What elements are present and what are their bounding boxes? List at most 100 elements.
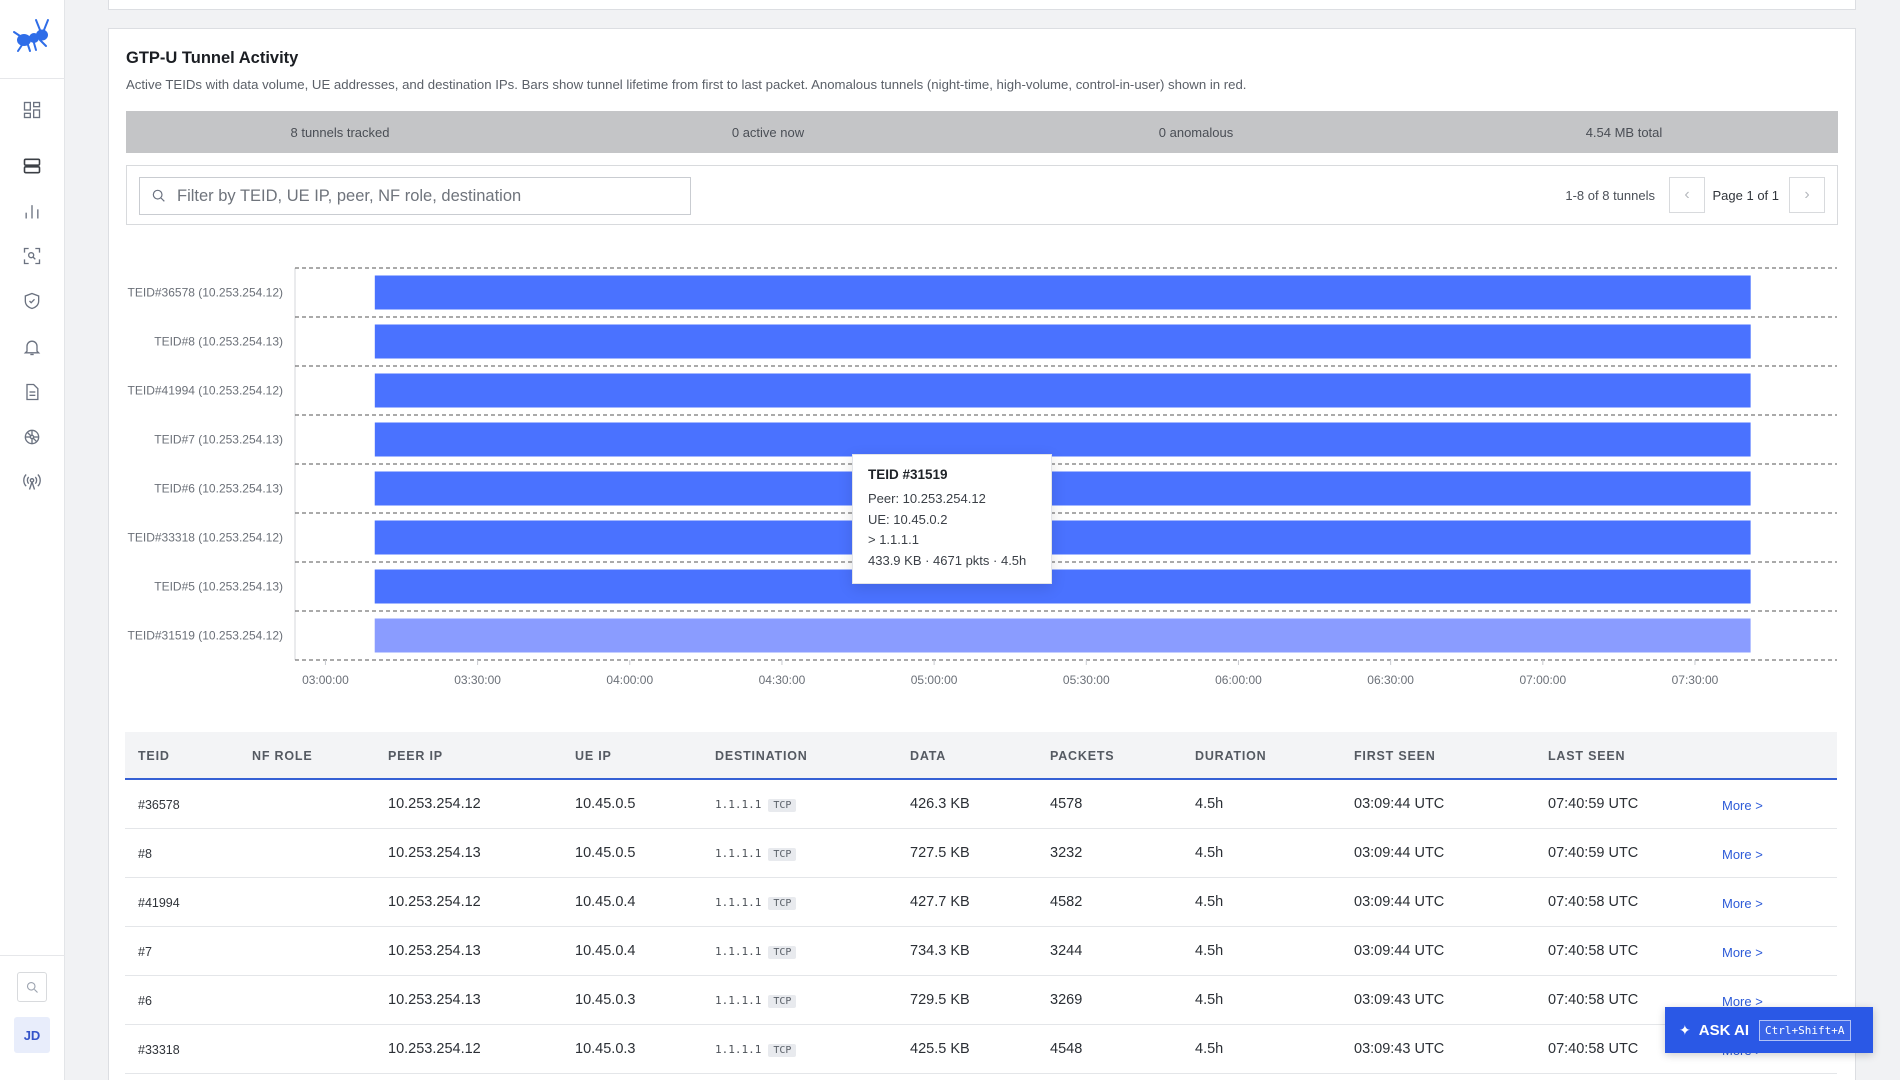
- shield-icon[interactable]: [20, 289, 44, 313]
- cell-data: 427.7 KB: [910, 894, 970, 910]
- cell-first-seen: 03:09:44 UTC: [1354, 894, 1445, 910]
- y-tick-label: TEID#7 (10.253.254.13): [154, 433, 283, 447]
- search-icon: [26, 981, 38, 993]
- protocol-badge: TCP: [768, 946, 797, 959]
- tunnel-bar[interactable]: [374, 569, 1751, 604]
- cell-teid: #36578: [138, 798, 180, 812]
- cell-last-seen: 07:40:58 UTC: [1548, 943, 1639, 959]
- column-header[interactable]: PACKETS: [1050, 749, 1114, 763]
- cell-ue-ip: 10.45.0.3: [575, 992, 636, 1008]
- cell-packets: 4582: [1050, 894, 1083, 910]
- avatar[interactable]: JD: [14, 1017, 50, 1053]
- cell-duration: 4.5h: [1195, 796, 1224, 812]
- cell-last-seen: 07:40:59 UTC: [1548, 796, 1639, 812]
- protocol-badge: TCP: [768, 848, 797, 861]
- previous-card: [108, 0, 1856, 10]
- server-icon[interactable]: [20, 154, 44, 178]
- tunnel-bar[interactable]: [374, 275, 1751, 310]
- cell-packets: 4548: [1050, 1041, 1083, 1057]
- column-header[interactable]: NF ROLE: [252, 749, 312, 763]
- table-row[interactable]: #6 10.253.254.13 10.45.0.3 729.5 KB 3269 4.5h…: [125, 976, 1837, 1025]
- more-link[interactable]: More >: [1722, 847, 1763, 862]
- cell-destination: 1.1.1.1 TCP: [715, 896, 797, 910]
- column-header[interactable]: DURATION: [1195, 749, 1266, 763]
- x-tick-label: 03:30:00: [454, 673, 501, 687]
- column-header[interactable]: DATA: [910, 749, 946, 763]
- cell-duration: 4.5h: [1195, 943, 1224, 959]
- tunnel-bar[interactable]: [374, 324, 1751, 359]
- prev-page-button[interactable]: ‹: [1669, 177, 1705, 213]
- cell-ue-ip: 10.45.0.5: [575, 796, 636, 812]
- cell-peer-ip: 10.253.254.13: [388, 943, 481, 959]
- ask-ai-label: ASK AI: [1698, 1021, 1750, 1039]
- sidebar-search-button[interactable]: [17, 972, 47, 1002]
- filter-search-box[interactable]: [139, 177, 691, 215]
- next-page-button[interactable]: ›: [1789, 177, 1825, 213]
- search-icon: [152, 189, 165, 202]
- tunnel-bar[interactable]: [374, 373, 1751, 408]
- table-row[interactable]: #41994 10.253.254.12 10.45.0.4 427.7 KB 4582…: [125, 878, 1837, 927]
- y-tick-label: TEID#8 (10.253.254.13): [154, 335, 283, 349]
- protocol-badge: TCP: [768, 897, 797, 910]
- y-tick-label: TEID#41994 (10.253.254.12): [128, 384, 283, 398]
- dashboard-icon[interactable]: [20, 98, 44, 122]
- column-header[interactable]: LAST SEEN: [1548, 749, 1625, 763]
- scan-icon[interactable]: [20, 244, 44, 268]
- cell-teid: #6: [138, 994, 152, 1008]
- x-tick-label: 04:30:00: [759, 673, 806, 687]
- x-tick-label: 06:00:00: [1215, 673, 1262, 687]
- more-link[interactable]: More >: [1722, 896, 1763, 911]
- tunnel-bar[interactable]: [374, 422, 1751, 457]
- y-tick-label: TEID#33318 (10.253.254.12): [128, 531, 283, 545]
- tunnel-table: TEID NF ROLE PEER IP UE IP DESTINATION D…: [125, 732, 1837, 1074]
- ant-logo-icon[interactable]: [10, 14, 54, 54]
- x-tick-label: 04:00:00: [606, 673, 653, 687]
- cell-last-seen: 07:40:59 UTC: [1548, 845, 1639, 861]
- column-header[interactable]: UE IP: [575, 749, 612, 763]
- protocol-badge: TCP: [768, 799, 797, 812]
- cell-peer-ip: 10.253.254.12: [388, 796, 481, 812]
- tooltip-title: TEID #31519: [868, 467, 948, 482]
- cell-first-seen: 03:09:44 UTC: [1354, 845, 1445, 861]
- filter-input[interactable]: [177, 178, 690, 214]
- tunnel-bar[interactable]: [374, 618, 1751, 653]
- ask-ai-button[interactable]: ✦ ASK AI Ctrl+Shift+A: [1665, 1007, 1873, 1053]
- cell-teid: #41994: [138, 896, 180, 910]
- cell-teid: #7: [138, 945, 152, 959]
- bar-chart-icon[interactable]: [20, 199, 44, 223]
- cell-ue-ip: 10.45.0.3: [575, 1041, 636, 1057]
- cell-last-seen: 07:40:58 UTC: [1548, 894, 1639, 910]
- column-header[interactable]: FIRST SEEN: [1354, 749, 1436, 763]
- cell-first-seen: 03:09:44 UTC: [1354, 943, 1445, 959]
- table-row[interactable]: #8 10.253.254.13 10.45.0.5 727.5 KB 3232 4.5h…: [125, 829, 1837, 878]
- stats-bar: 8 tunnels tracked 0 active now 0 anomalo…: [126, 111, 1838, 153]
- more-link[interactable]: More >: [1722, 945, 1763, 960]
- bell-icon[interactable]: [20, 335, 44, 359]
- tooltip-summary: 433.9 KB · 4671 pkts · 4.5h: [868, 552, 1027, 568]
- sidebar: JD: [0, 0, 65, 1080]
- column-header[interactable]: DESTINATION: [715, 749, 808, 763]
- antenna-icon[interactable]: [20, 470, 44, 494]
- cell-first-seen: 03:09:43 UTC: [1354, 992, 1445, 1008]
- table-row[interactable]: #7 10.253.254.13 10.45.0.4 734.3 KB 3244 4.5h…: [125, 927, 1837, 976]
- network-hub-icon[interactable]: [20, 425, 44, 449]
- column-header[interactable]: TEID: [138, 749, 170, 763]
- cell-duration: 4.5h: [1195, 894, 1224, 910]
- y-tick-label: TEID#31519 (10.253.254.12): [128, 629, 283, 643]
- column-header[interactable]: PEER IP: [388, 749, 443, 763]
- ask-ai-shortcut: Ctrl+Shift+A: [1759, 1019, 1851, 1041]
- table-row[interactable]: #36578 10.253.254.12 10.45.0.5 426.3 KB 4578…: [125, 780, 1837, 829]
- table-row[interactable]: #33318 10.253.254.12 10.45.0.3 425.5 KB 4548…: [125, 1025, 1837, 1074]
- more-link[interactable]: More >: [1722, 798, 1763, 813]
- cell-first-seen: 03:09:43 UTC: [1354, 1041, 1445, 1057]
- tunnel-bar[interactable]: [374, 520, 1751, 555]
- protocol-badge: TCP: [768, 995, 797, 1008]
- destination-ip: 1.1.1.1: [715, 994, 762, 1007]
- cell-ue-ip: 10.45.0.4: [575, 943, 636, 959]
- chart-tooltip: TEID #31519 Peer: 10.253.254.12 UE: 10.4…: [852, 454, 1052, 584]
- sparkle-icon: ✦: [1679, 1021, 1691, 1038]
- x-tick-label: 05:00:00: [911, 673, 958, 687]
- tunnel-bar[interactable]: [374, 471, 1751, 506]
- document-icon[interactable]: [20, 380, 44, 404]
- x-tick-label: 07:00:00: [1519, 673, 1566, 687]
